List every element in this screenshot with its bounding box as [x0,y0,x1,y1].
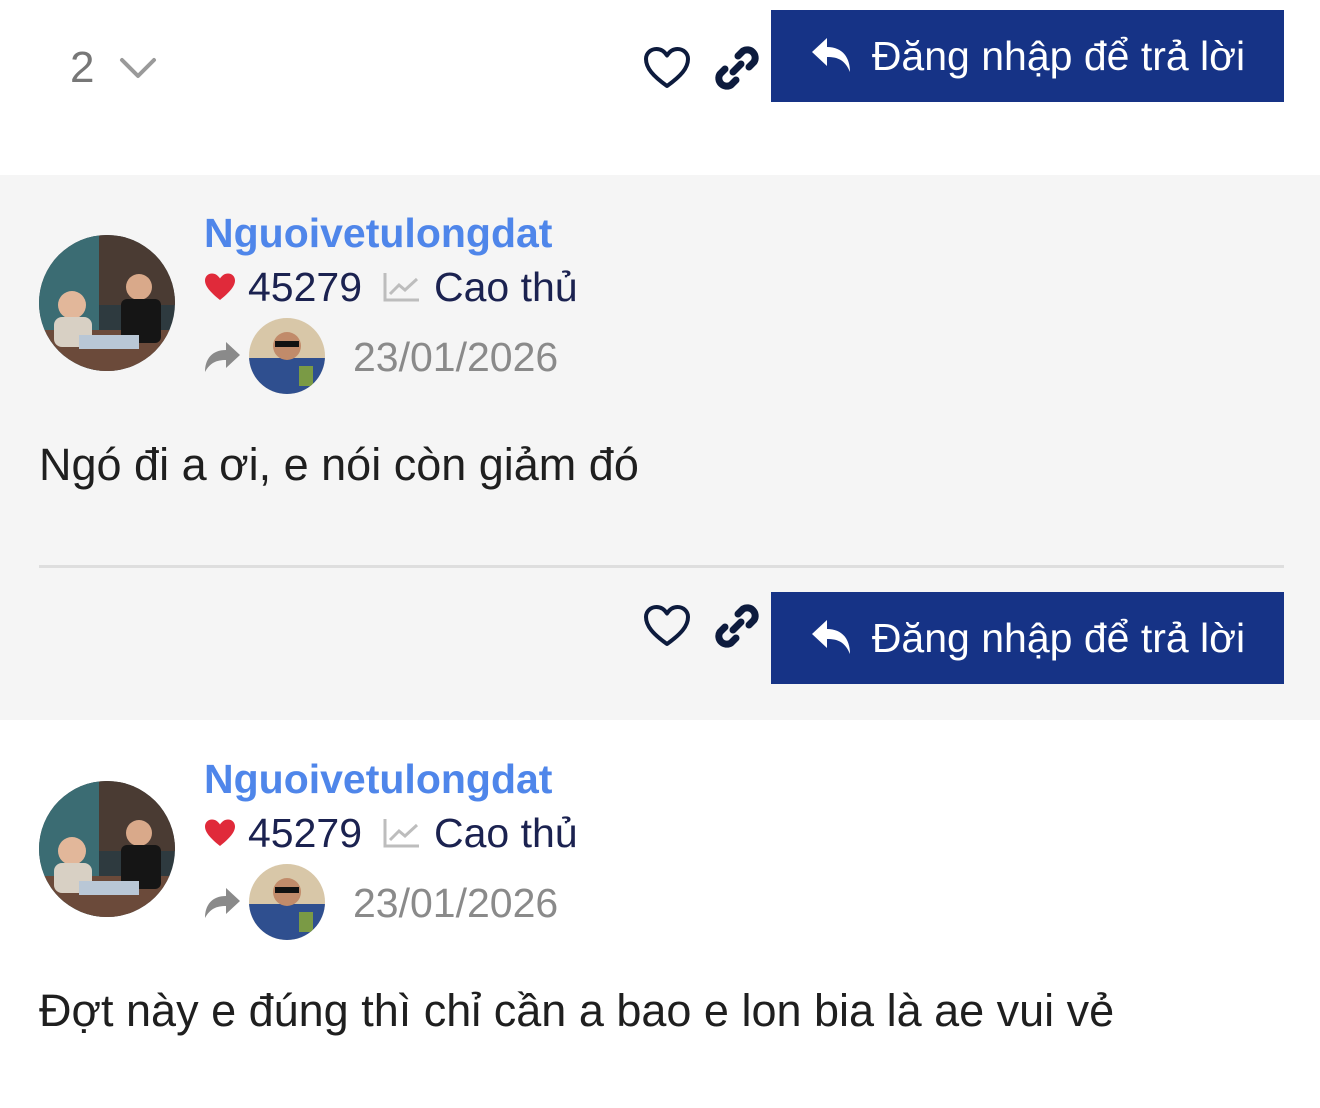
login-to-reply-button[interactable]: Đăng nhập để trả lời [771,592,1284,684]
user-avatar[interactable] [39,235,175,371]
chevron-down-icon[interactable] [118,50,158,86]
avatar-image [249,318,325,394]
reply-arrow-icon [811,620,850,654]
reputation-count: 45279 [248,264,363,310]
divider [39,565,1284,568]
user-avatar[interactable] [39,781,175,917]
user-rank: Cao thủ [434,264,578,310]
link-icon [715,604,759,648]
reply-button-label: Đăng nhập để trả lời [871,614,1246,661]
post-body: Đợt này e đúng thì chỉ cần a bao e lon b… [39,985,1115,1036]
share-arrow-icon [205,342,240,372]
user-stats: 45279 Cao thủ [204,808,578,858]
heart-outline-icon [644,605,690,646]
trend-chart-icon [383,819,420,848]
post-date: 23/01/2026 [353,880,559,926]
permalink-button[interactable] [711,600,763,652]
avatar-image [39,235,175,371]
post-date: 23/01/2026 [353,334,559,380]
avatar-image [39,781,175,917]
user-stats: 45279 Cao thủ [204,262,578,312]
link-icon [715,46,759,90]
reply-button-label: Đăng nhập để trả lời [871,32,1246,79]
login-to-reply-button[interactable]: Đăng nhập để trả lời [771,10,1284,102]
like-button[interactable] [641,600,693,652]
permalink-button[interactable] [711,42,763,94]
post-username[interactable]: Nguoivetulongdat [204,754,552,804]
quoted-user-avatar[interactable] [249,864,325,940]
page-number[interactable]: 2 [70,40,94,96]
user-rank: Cao thủ [434,810,578,856]
quoted-user-avatar[interactable] [249,318,325,394]
heart-filled-icon [205,819,235,846]
heart-filled-icon [205,273,235,300]
share-arrow-icon [205,888,240,918]
post-body: Ngó đi a ơi, e nói còn giảm đó [39,439,639,490]
trend-chart-icon [383,273,420,302]
top-action-bar: 2 Đăng nhập để trả lời [0,0,1320,175]
heart-outline-icon [644,47,690,88]
reputation-count: 45279 [248,810,363,856]
like-button[interactable] [641,42,693,94]
avatar-image [249,864,325,940]
post-username[interactable]: Nguoivetulongdat [204,208,552,258]
reply-arrow-icon [811,38,850,72]
